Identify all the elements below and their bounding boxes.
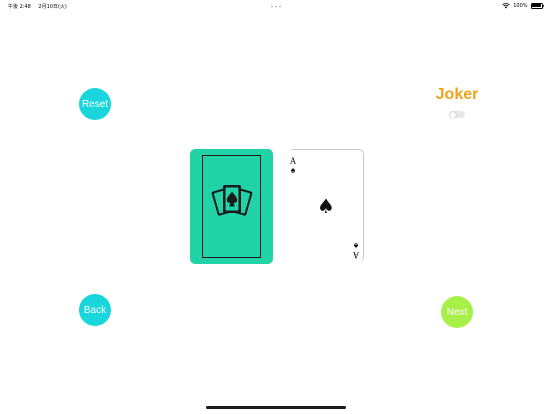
home-indicator[interactable] [206,406,346,409]
status-right: 100% [502,2,544,9]
battery-percent: 100% [513,2,528,9]
reset-button[interactable]: Reset [79,88,111,120]
card-fan-spade-icon [211,185,253,216]
status-left: 午後 2:48 2月10日(火) [8,3,73,10]
next-button[interactable]: Next [441,296,473,328]
battery-fill [532,4,541,7]
back-button[interactable]: Back [79,294,111,326]
card-rank-bottom: A [352,250,360,260]
status-time: 午後 2:48 [8,4,31,10]
battery-tip [543,4,544,7]
card-suit-top: ♠ [290,165,296,175]
card-back[interactable] [190,149,273,264]
multitasking-dots-icon[interactable] [270,5,282,8]
card-center-spade-icon: ♠ [317,194,335,218]
status-bar: 午後 2:48 2月10日(火) 100% [0,0,552,12]
joker-label: Joker [435,86,479,103]
status-date: 2月10日(火) [38,4,67,10]
battery-icon [530,2,543,9]
wifi-icon [502,2,510,8]
card-suit-bottom: ♠ [353,241,359,251]
joker-toggle[interactable] [449,111,465,118]
card-face-ace-of-spades[interactable]: A ♠ ♠ ♠ A [289,149,364,262]
joker-toggle-knob [449,111,456,118]
